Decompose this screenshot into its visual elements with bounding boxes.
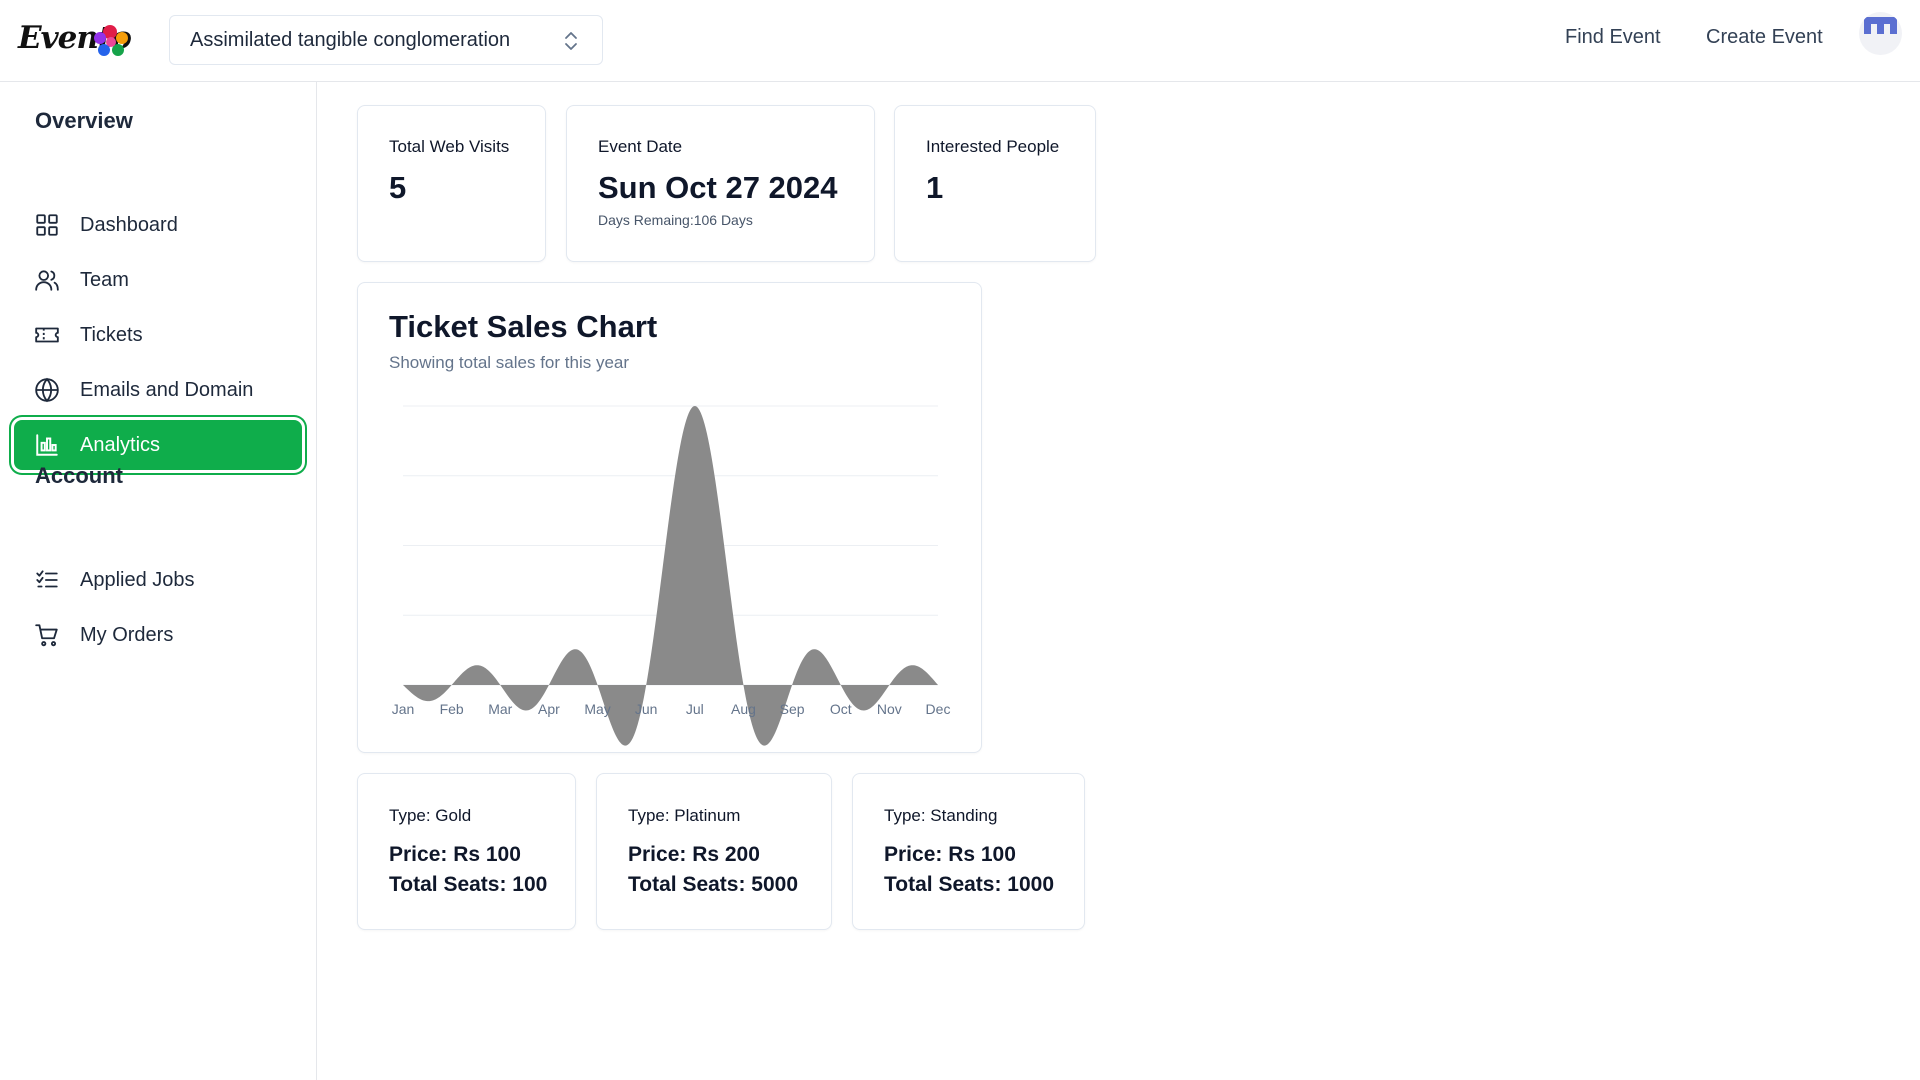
- x-tick-label: Mar: [488, 701, 512, 717]
- x-tick-label: Nov: [877, 701, 902, 717]
- sidebar-item-tickets[interactable]: Tickets: [14, 310, 302, 360]
- sidebar-item-label: Analytics: [80, 433, 161, 456]
- ticket-total-seats: Total Seats: 1000: [884, 873, 1055, 896]
- ticket-type-card-gold: Type: Gold Price: Rs 100 Total Seats: 10…: [357, 773, 576, 930]
- sidebar-item-label: Tickets: [80, 323, 143, 346]
- sidebar-item-my-orders[interactable]: My Orders: [14, 610, 302, 660]
- sidebar-item-dashboard[interactable]: Dashboard: [14, 200, 302, 250]
- sidebar-item-label: Team: [80, 268, 129, 291]
- sidebar-item-applied-jobs[interactable]: Applied Jobs: [14, 555, 302, 605]
- sidebar-item-team[interactable]: Team: [14, 255, 302, 305]
- x-tick-label: Dec: [926, 701, 951, 717]
- x-tick-label: Jan: [392, 701, 415, 717]
- ticket-total-seats: Total Seats: 100: [389, 873, 548, 896]
- ticket-total-seats: Total Seats: 5000: [628, 873, 799, 896]
- stat-label: Event Date: [598, 137, 683, 156]
- sales-area: [403, 406, 938, 746]
- avatar-pattern-icon: [1864, 17, 1897, 34]
- x-tick-label: Sep: [780, 701, 805, 717]
- ticket-icon: [35, 327, 59, 343]
- sidebar-item-emails-domain[interactable]: Emails and Domain: [14, 365, 302, 415]
- stat-label: Total Web Visits: [389, 137, 510, 156]
- account-section-title: Account: [35, 463, 123, 488]
- stat-label: Interested People: [926, 137, 1060, 156]
- ticket-type: Type: Standing: [884, 806, 998, 825]
- ticket-type: Type: Platinum: [628, 806, 741, 825]
- x-tick-label: Aug: [731, 701, 756, 717]
- ticket-type: Type: Gold: [389, 806, 472, 825]
- sidebar-item-label: Applied Jobs: [80, 568, 195, 591]
- logo-burst-icon: [94, 25, 128, 56]
- stat-value: 5: [389, 170, 407, 205]
- x-tick-label: Apr: [538, 701, 560, 717]
- project-select[interactable]: Assimilated tangible conglomeration: [169, 15, 603, 65]
- x-tick-label: Jul: [686, 701, 704, 717]
- x-tick-label: May: [584, 701, 610, 717]
- top-bar: Evento Assimilated tangible conglomerati…: [0, 0, 1920, 82]
- bar-chart-icon: [36, 434, 58, 456]
- ticket-price: Price: Rs 100: [884, 843, 1016, 866]
- dashboard-grid-icon: [36, 214, 58, 236]
- create-event-link[interactable]: Create Event: [1706, 26, 1823, 49]
- ticket-sales-chart: Jan Feb Mar Apr May Jun Jul Aug Sep Oct Nov Dec: [392, 405, 951, 746]
- project-select-value: Assimilated tangible conglomeration: [190, 28, 511, 51]
- sidebar-item-label: My Orders: [80, 623, 174, 646]
- cart-icon: [35, 624, 58, 647]
- sidebar: Overview Dashboard Team Tickets Emails a…: [0, 82, 317, 1080]
- ticket-sales-chart-card: Ticket Sales Chart Showing total sales f…: [357, 282, 982, 753]
- stat-card-web-visits: Total Web Visits 5: [357, 105, 546, 262]
- sidebar-item-label: Dashboard: [80, 213, 178, 236]
- sidebar-item-label: Emails and Domain: [80, 378, 254, 401]
- checklist-icon: [36, 570, 58, 588]
- overview-section-title: Overview: [35, 108, 133, 133]
- chevron-up-down-icon: [565, 32, 577, 50]
- globe-icon: [35, 377, 59, 403]
- stat-value: 1: [926, 170, 944, 205]
- ticket-price: Price: Rs 200: [628, 843, 760, 866]
- ticket-price: Price: Rs 100: [389, 843, 521, 866]
- app-logo[interactable]: Evento: [18, 14, 132, 62]
- ticket-type-card-platinum: Type: Platinum Price: Rs 200 Total Seats…: [596, 773, 832, 930]
- ticket-type-card-standing: Type: Standing Price: Rs 100 Total Seats…: [852, 773, 1085, 930]
- stat-card-event-date: Event Date Sun Oct 27 2024 Days Remaing:…: [566, 105, 875, 262]
- find-event-link[interactable]: Find Event: [1565, 26, 1661, 49]
- x-tick-label: Oct: [830, 701, 852, 717]
- users-icon: [35, 270, 59, 291]
- stat-value: Sun Oct 27 2024: [598, 170, 838, 205]
- stat-card-interested: Interested People 1: [894, 105, 1096, 262]
- x-tick-label: Jun: [635, 701, 658, 717]
- x-tick-label: Feb: [440, 701, 464, 717]
- avatar[interactable]: [1859, 12, 1902, 55]
- days-remaining: Days Remaing:106 Days: [598, 212, 753, 228]
